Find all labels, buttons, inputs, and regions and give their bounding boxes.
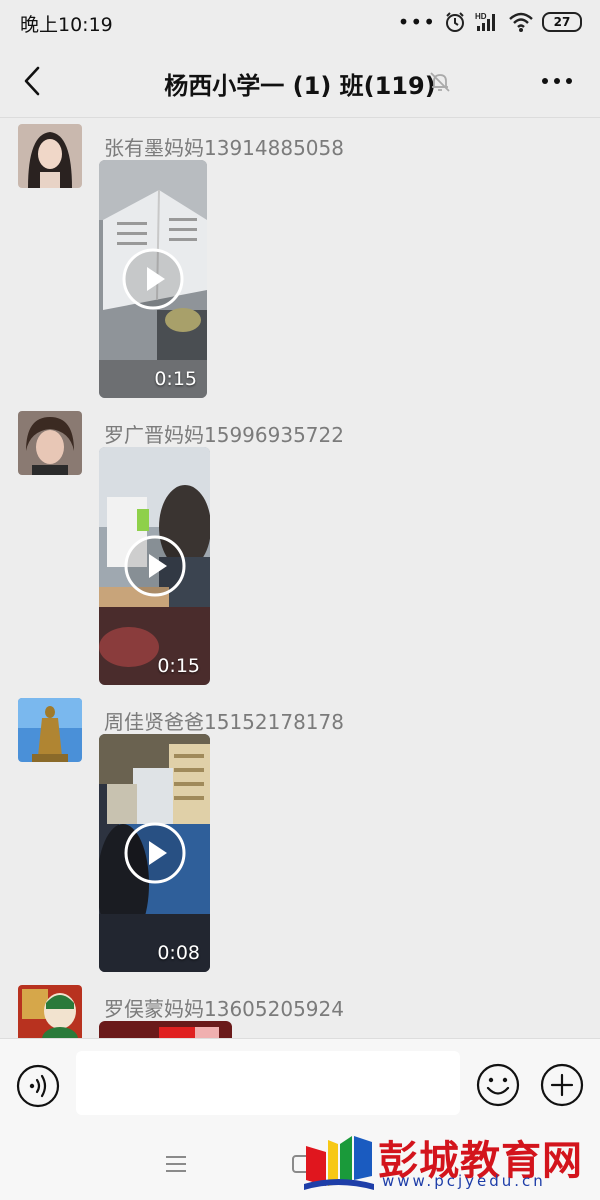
- signal-icon: HD: [475, 12, 495, 31]
- video-message[interactable]: 0:08: [99, 734, 210, 972]
- plus-icon[interactable]: [540, 1063, 584, 1107]
- video-duration: 0:15: [154, 368, 197, 390]
- chat-message-list[interactable]: 张有墨妈妈13914885058 0:15 罗广晋妈妈15996935722 0…: [0, 119, 600, 1038]
- battery-level: 27: [553, 15, 571, 29]
- chat-title: 杨西小学一 (1) 班(119): [164, 72, 436, 100]
- watermark-url: www.pcjyedu.cn: [382, 1172, 546, 1190]
- video-message[interactable]: 0:15: [99, 447, 210, 685]
- muted-bell-icon: [430, 72, 450, 92]
- sender-name: 罗俣蒙妈妈13605205924: [104, 997, 344, 1021]
- play-icon[interactable]: [123, 534, 187, 598]
- sender-name: 罗广晋妈妈15996935722: [104, 423, 344, 447]
- voice-icon[interactable]: [16, 1064, 60, 1108]
- status-time: 晚上10:19: [20, 14, 113, 36]
- watermark: 彭城教育网 www.pcjyedu.cn: [302, 1126, 594, 1194]
- chat-message: 罗广晋妈妈15996935722 0:15: [0, 411, 600, 691]
- video-duration: 0:15: [157, 655, 200, 677]
- chat-message: 罗俣蒙妈妈13605205924: [0, 985, 600, 1038]
- video-thumbnail: [99, 1021, 232, 1038]
- video-message[interactable]: [99, 1021, 232, 1038]
- message-input[interactable]: [76, 1051, 460, 1115]
- chat-message: 张有墨妈妈13914885058 0:15: [0, 124, 600, 404]
- wifi-icon: [509, 12, 533, 32]
- video-duration: 0:08: [157, 942, 200, 964]
- sender-name: 张有墨妈妈13914885058: [104, 136, 344, 160]
- avatar[interactable]: [18, 411, 82, 475]
- more-dots-icon[interactable]: [540, 66, 574, 96]
- avatar[interactable]: [18, 124, 82, 188]
- book-logo-icon: [304, 1136, 374, 1190]
- hd-label: HD: [475, 12, 487, 21]
- status-bar: 晚上10:19 ••• HD 27: [0, 0, 600, 44]
- menu-icon[interactable]: [162, 1152, 190, 1176]
- dots-icon: •••: [397, 10, 436, 34]
- avatar[interactable]: [18, 985, 82, 1038]
- play-icon[interactable]: [123, 821, 187, 885]
- video-message[interactable]: 0:15: [99, 160, 207, 398]
- chat-header: 杨西小学一 (1) 班(119): [0, 44, 600, 118]
- battery-icon: 27: [542, 12, 582, 32]
- alarm-icon: [446, 12, 464, 32]
- chat-message: 周佳贤爸爸15152178178 0:08: [0, 698, 600, 978]
- sender-name: 周佳贤爸爸15152178178: [104, 710, 344, 734]
- status-icons: ••• HD 27: [398, 9, 582, 35]
- play-icon[interactable]: [121, 247, 185, 311]
- avatar[interactable]: [18, 698, 82, 762]
- emoji-icon[interactable]: [476, 1063, 520, 1107]
